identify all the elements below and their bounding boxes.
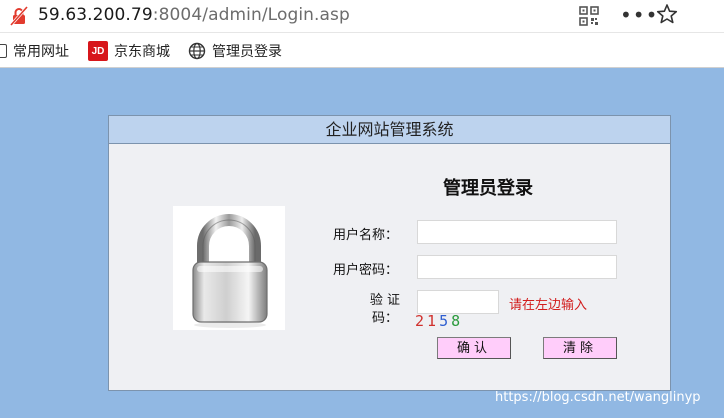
page-content: 企业网站管理系统 管理员登录 用户名称： 用户密码： 验 证 码： 请在左边输入…: [0, 68, 724, 418]
captcha-digit: 1: [427, 312, 440, 330]
bookmark-common-sites[interactable]: 常用网址: [0, 41, 69, 61]
bookmark-star-icon[interactable]: [656, 3, 678, 25]
captcha-image[interactable]: 2158: [415, 312, 463, 330]
password-input[interactable]: [417, 255, 617, 279]
bookmark-jd-mall[interactable]: JD 京东商城: [88, 41, 170, 61]
captcha-label: 验 证 码：: [369, 293, 401, 326]
folder-icon: [0, 44, 7, 58]
more-options-icon[interactable]: •••: [620, 3, 658, 27]
captcha-digit: 5: [439, 312, 452, 330]
panel-title: 企业网站管理系统: [109, 116, 670, 144]
jd-logo-icon: JD: [88, 41, 108, 61]
captcha-digit: 2: [415, 312, 428, 330]
site-info-crossed-icon[interactable]: [9, 6, 29, 26]
captcha-digit: 8: [451, 312, 464, 330]
username-label: 用户名称：: [333, 228, 399, 243]
url-host: 59.63.200.79: [38, 5, 153, 25]
bookmarks-bar: 常用网址 JD 京东商城 管理员登录: [0, 33, 724, 68]
padlock-icon: [173, 206, 285, 330]
url-text[interactable]: 59.63.200.79:8004/admin/Login.asp: [38, 5, 350, 25]
qr-code-icon[interactable]: [578, 5, 600, 27]
bookmark-admin-login[interactable]: 管理员登录: [188, 41, 282, 61]
address-bar[interactable]: 59.63.200.79:8004/admin/Login.asp •••: [0, 0, 724, 33]
url-path: :8004/admin/Login.asp: [152, 5, 350, 25]
watermark: https://blog.csdn.net/wanglinyp: [495, 390, 701, 405]
clear-button[interactable]: 清除: [543, 337, 617, 359]
globe-icon: [188, 42, 206, 60]
bookmark-label: 管理员登录: [212, 44, 282, 60]
form-title: 管理员登录: [443, 178, 533, 199]
confirm-button[interactable]: 确认: [437, 337, 511, 359]
bookmark-label: 京东商城: [114, 44, 170, 60]
captcha-input[interactable]: [417, 290, 499, 314]
password-label: 用户密码：: [333, 263, 399, 278]
bookmark-label: 常用网址: [13, 44, 69, 60]
login-panel: 企业网站管理系统 管理员登录 用户名称： 用户密码： 验 证 码： 请在左边输入…: [108, 115, 671, 391]
username-input[interactable]: [417, 220, 617, 244]
captcha-hint: 请在左边输入: [509, 298, 588, 313]
